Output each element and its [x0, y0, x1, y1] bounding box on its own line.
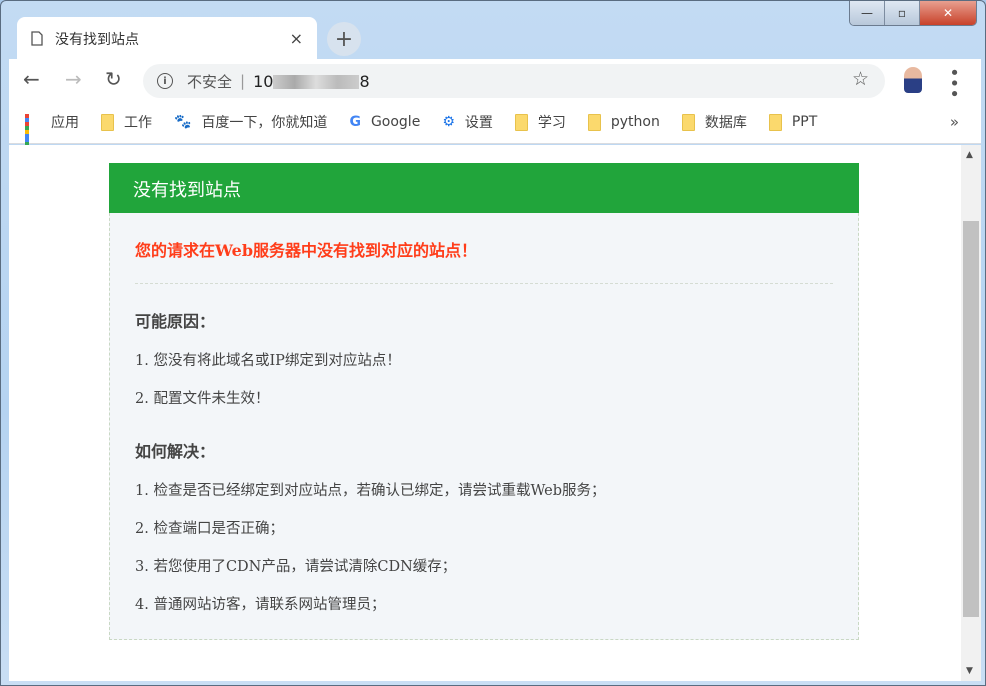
list-item: 4. 普通网站访客，请联系网站管理员；: [135, 597, 386, 613]
list-item: 3. 若您使用了CDN产品，请尝试清除CDN缓存；: [135, 559, 457, 575]
new-tab-button[interactable]: +: [327, 22, 361, 56]
more-bookmarks-icon[interactable]: »: [950, 113, 959, 131]
reasons-title: 可能原因：: [135, 312, 216, 331]
tab-active[interactable]: 没有找到站点 ×: [17, 17, 317, 60]
bookmark-apps[interactable]: 应用: [25, 112, 79, 150]
bookmark-baidu[interactable]: 🐾 百度一下，你就知道: [174, 112, 327, 132]
folder-icon: [101, 113, 114, 131]
folder-icon: [514, 113, 528, 131]
folder-icon: [587, 113, 601, 131]
tab-close-icon[interactable]: ×: [290, 29, 303, 48]
url-prefix: 10: [253, 71, 274, 91]
folder-icon: [681, 113, 695, 131]
maximize-button[interactable]: ▫: [885, 1, 920, 25]
bookmark-google[interactable]: G Google: [349, 114, 420, 130]
list-item: 1. 检查是否已经绑定到对应站点，若确认已绑定，请尝试重载Web服务；: [135, 483, 606, 499]
folder-icon: [768, 113, 782, 131]
bookmark-label: PPT: [791, 114, 818, 130]
list-item: 2. 检查端口是否正确；: [135, 521, 284, 537]
scroll-up-icon[interactable]: ▲: [966, 150, 973, 160]
bookmarks-bar: 应用 工作 🐾 百度一下，你就知道 G Google ⚙ 设置 学习 python 数…: [9, 101, 981, 150]
reload-icon[interactable]: ↻: [105, 67, 122, 91]
bookmark-database[interactable]: 数据库: [681, 112, 747, 132]
minimize-button[interactable]: —: [850, 1, 885, 25]
insecure-label: 不安全: [187, 72, 233, 91]
tab-title: 没有找到站点: [55, 31, 139, 48]
bookmark-label: 数据库: [704, 115, 747, 131]
page-icon: [31, 31, 43, 46]
back-icon[interactable]: ←: [23, 67, 40, 91]
bookmark-label: 工作: [124, 115, 152, 131]
bookmark-python[interactable]: python: [587, 113, 660, 131]
close-window-button[interactable]: ✕: [920, 1, 976, 25]
bookmark-label: python: [610, 114, 660, 130]
info-icon[interactable]: i: [157, 73, 173, 89]
apps-icon: [25, 114, 41, 150]
baidu-icon: 🐾: [174, 114, 192, 130]
bookmark-label: 百度一下，你就知道: [201, 115, 328, 131]
url-suffix: 8: [359, 71, 370, 91]
bookmark-study[interactable]: 学习: [514, 112, 566, 132]
page-content: 没有找到站点 您的请求在Web服务器中没有找到对应的站点！ 可能原因： 1. 您…: [9, 145, 961, 681]
window-controls: — ▫ ✕: [849, 1, 977, 26]
divider: |: [240, 72, 246, 90]
scrollbar[interactable]: ▲ ▼: [961, 145, 981, 681]
address-bar[interactable]: i 不安全 | 10 8: [143, 64, 885, 98]
google-icon: G: [349, 114, 361, 130]
bookmark-label: Google: [370, 114, 421, 130]
error-card: 没有找到站点 您的请求在Web服务器中没有找到对应的站点！ 可能原因： 1. 您…: [109, 163, 859, 640]
card-header: 没有找到站点: [109, 163, 859, 213]
solutions-title: 如何解决：: [135, 442, 216, 461]
url-text[interactable]: 10 8: [253, 72, 370, 91]
list-item: 2. 配置文件未生效！: [135, 391, 270, 407]
bookmark-ppt[interactable]: PPT: [768, 113, 818, 131]
toolbar: ← → ↻ i 不安全 | 10 8 ☆ •••: [9, 59, 981, 101]
url-blurred: [273, 75, 360, 89]
bookmark-label: 学习: [537, 115, 566, 131]
list-item: 1. 您没有将此域名或IP绑定到对应站点！: [135, 353, 401, 369]
bookmark-star-icon[interactable]: ☆: [852, 68, 869, 90]
scroll-down-icon[interactable]: ▼: [966, 666, 973, 676]
scrollbar-thumb[interactable]: [963, 221, 979, 617]
avatar[interactable]: [904, 67, 922, 93]
bookmark-label: 应用: [51, 115, 79, 131]
error-message: 您的请求在Web服务器中没有找到对应的站点！: [135, 237, 833, 284]
gear-icon: ⚙: [442, 114, 455, 130]
menu-icon[interactable]: •••: [943, 67, 964, 99]
forward-icon[interactable]: →: [65, 67, 82, 91]
browser-window: — ▫ ✕ 没有找到站点 × + ← → ↻ i 不安全 | 10 8 ☆ •••…: [0, 0, 986, 686]
bookmark-settings[interactable]: ⚙ 设置: [442, 112, 493, 132]
bookmark-work[interactable]: 工作: [101, 112, 152, 132]
bookmark-label: 设置: [464, 115, 493, 131]
